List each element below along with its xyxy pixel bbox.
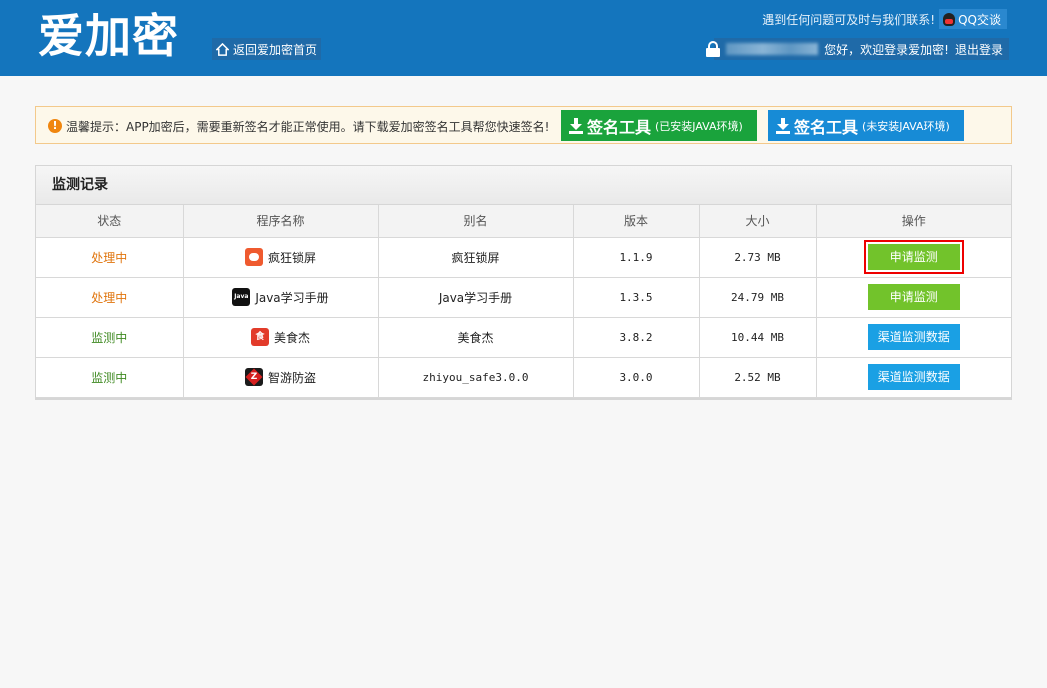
apply-monitor-button[interactable]: 申请监测 bbox=[867, 284, 960, 310]
size-cell: 2.73 MB bbox=[698, 236, 817, 278]
sign-tool-label: 签名工具 bbox=[587, 117, 652, 137]
alias-cell: 疯狂锁屏 bbox=[377, 236, 574, 278]
monitor-records-panel: 监测记录 状态 程序名称 别名 版本 大小 操作 处理中 疯狂锁屏 疯狂锁屏 1… bbox=[35, 165, 1012, 400]
home-link[interactable]: 返回爱加密首页 bbox=[212, 38, 322, 60]
qq-icon bbox=[943, 12, 956, 26]
size-cell: 10.44 MB bbox=[698, 316, 817, 358]
app-name-cell: Java Java学习手册 bbox=[182, 276, 379, 318]
username-blurred bbox=[726, 43, 819, 55]
warning-icon: ! bbox=[48, 119, 62, 133]
alias-cell: 美食杰 bbox=[377, 316, 574, 358]
panel-title: 监测记录 bbox=[36, 166, 1011, 205]
sign-tool-sub: (未安装JAVA环境) bbox=[862, 119, 950, 133]
table-row: 监测中 Z 智游防盗 zhiyou_safe3.0.0 3.0.0 2.52 MB… bbox=[36, 356, 1011, 398]
help-text: 遇到任何问题可及时与我们联系! bbox=[762, 13, 935, 27]
column-header: 版本 bbox=[572, 205, 700, 238]
qq-chat-button[interactable]: QQ交谈 bbox=[939, 9, 1007, 29]
zhiyou-icon: Z bbox=[244, 368, 263, 386]
sign-tool-label: 签名工具 bbox=[794, 117, 859, 137]
welcome-text: 您好，欢迎登录爱加密! bbox=[824, 42, 949, 57]
table-row: 监测中 食美食杰 美食杰 3.8.2 10.44 MB 渠道监测数据 bbox=[36, 316, 1011, 358]
highlight-box: 申请监测 bbox=[863, 240, 964, 274]
alias-cell: Java学习手册 bbox=[377, 276, 574, 318]
app-name: 美食杰 bbox=[273, 330, 310, 345]
action-cell: 渠道监测数据 bbox=[815, 356, 1011, 398]
status-cell: 监测中 bbox=[36, 356, 184, 398]
java-icon: Java bbox=[232, 288, 251, 306]
app-name-cell: 食美食杰 bbox=[182, 316, 379, 358]
version-cell: 1.3.5 bbox=[572, 276, 700, 318]
version-cell: 3.8.2 bbox=[572, 316, 700, 358]
alias-cell: zhiyou_safe3.0.0 bbox=[377, 356, 574, 398]
notice-text: 温馨提示：APP加密后，需要重新签名才能正常使用。请下载爱加密签名工具帮您快速签… bbox=[66, 120, 550, 134]
app-name-cell: 疯狂锁屏 bbox=[182, 236, 379, 278]
column-header: 状态 bbox=[36, 205, 184, 238]
action-cell: 申请监测 bbox=[815, 276, 1011, 318]
records-table: 状态 程序名称 别名 版本 大小 操作 处理中 疯狂锁屏 疯狂锁屏 1.1.9 … bbox=[36, 205, 1011, 398]
logo[interactable]: 爱加密 bbox=[38, 6, 179, 66]
download-icon bbox=[776, 117, 790, 134]
table-header-row: 状态 程序名称 别名 版本 大小 操作 bbox=[36, 205, 1011, 238]
logout-link[interactable]: 退出登录 bbox=[955, 41, 1003, 58]
column-header: 别名 bbox=[377, 205, 574, 238]
size-cell: 2.52 MB bbox=[698, 356, 817, 398]
lock-icon bbox=[706, 41, 721, 57]
channel-monitor-data-button[interactable]: 渠道监测数据 bbox=[867, 324, 960, 350]
home-link-label: 返回爱加密首页 bbox=[233, 42, 318, 57]
app-name: 疯狂锁屏 bbox=[267, 250, 316, 265]
action-cell: 申请监测 bbox=[815, 236, 1011, 278]
table-row: 处理中 疯狂锁屏 疯狂锁屏 1.1.9 2.73 MB 申请监测 bbox=[36, 236, 1011, 278]
size-cell: 24.79 MB bbox=[698, 276, 817, 318]
apply-monitor-button[interactable]: 申请监测 bbox=[867, 244, 960, 270]
app-name: Java学习手册 bbox=[255, 290, 329, 305]
version-cell: 3.0.0 bbox=[572, 356, 700, 398]
channel-monitor-data-button[interactable]: 渠道监测数据 bbox=[867, 364, 960, 390]
download-icon bbox=[569, 117, 583, 134]
notice-bar: ! 温馨提示：APP加密后，需要重新签名才能正常使用。请下载爱加密签名工具帮您快… bbox=[35, 106, 1012, 144]
food-icon: 食 bbox=[250, 328, 269, 346]
home-icon bbox=[216, 42, 229, 56]
version-cell: 1.1.9 bbox=[572, 236, 700, 278]
table-row: 处理中 Java Java学习手册 Java学习手册 1.3.5 24.79 MB… bbox=[36, 276, 1011, 318]
column-header: 程序名称 bbox=[182, 205, 379, 238]
download-sign-tool-java-button[interactable]: 签名工具 (已安装JAVA环境) bbox=[561, 110, 757, 141]
qq-chat-label: QQ交谈 bbox=[958, 12, 1001, 27]
header: 爱加密 返回爱加密首页 遇到任何问题可及时与我们联系! QQ交谈 您好，欢迎登录… bbox=[0, 0, 1047, 76]
download-sign-tool-nojava-button[interactable]: 签名工具 (未安装JAVA环境) bbox=[768, 110, 964, 141]
app-name: 智游防盗 bbox=[267, 370, 316, 385]
status-cell: 监测中 bbox=[36, 316, 184, 358]
column-header: 操作 bbox=[815, 205, 1011, 238]
action-cell: 渠道监测数据 bbox=[815, 316, 1011, 358]
app-name-cell: Z 智游防盗 bbox=[182, 356, 379, 398]
user-bar: 您好，欢迎登录爱加密! 退出登录 bbox=[706, 38, 1009, 60]
status-cell: 处理中 bbox=[36, 276, 184, 318]
status-cell: 处理中 bbox=[36, 236, 184, 278]
sign-tool-sub: (已安装JAVA环境) bbox=[655, 119, 743, 133]
column-header: 大小 bbox=[698, 205, 817, 238]
pig-icon bbox=[244, 248, 263, 266]
